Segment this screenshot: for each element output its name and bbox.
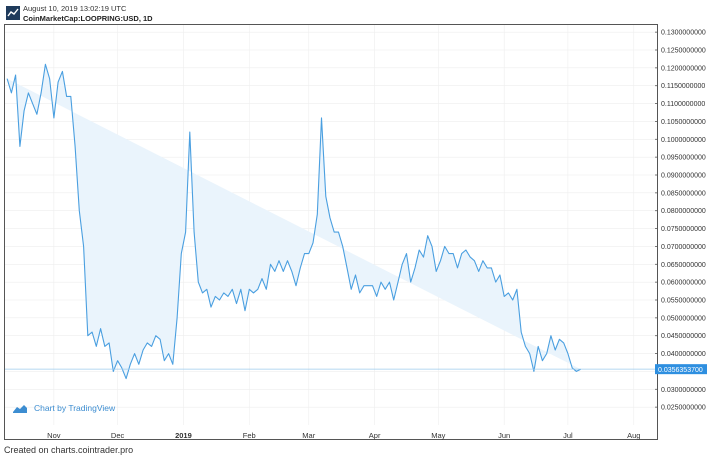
price-area-fill [7,64,581,379]
y-tick-label: 0.1100000000 [661,101,705,108]
price-chart[interactable]: 0.1300000000 0.1250000000 0.1200000000 0.11… [0,0,710,459]
y-tick-label: 0.0550000000 [661,298,706,305]
x-tick-label: Jul [563,431,573,440]
x-tick-label: 2019 [175,431,192,440]
y-tick-label: 0.0650000000 [661,262,706,269]
last-price-label: 0.0356353700 [658,367,703,374]
y-tick-label: 0.0500000000 [661,315,706,322]
y-tick-label: 0.0700000000 [661,244,706,251]
x-axis: Nov Dec 2019 Feb Mar Apr May Jun Jul Aug [47,431,640,440]
y-tick-label: 0.1200000000 [661,65,706,72]
tradingview-badge-label: Chart by TradingView [34,403,116,413]
x-tick-label: Dec [111,431,125,440]
y-tick-label: 0.1300000000 [661,30,706,37]
x-tick-label: Jun [498,431,510,440]
y-tick-label: 0.0850000000 [661,190,706,197]
y-tick-label: 0.1000000000 [661,137,706,144]
x-tick-label: May [431,431,445,440]
price-area [6,63,581,380]
y-tick-label: 0.0750000000 [661,226,706,233]
footer-credit: Created on charts.cointrader.pro [4,445,134,455]
y-tick-label: 0.1150000000 [661,83,705,90]
tradingview-logo-icon [13,405,27,413]
y-tick-label: 0.0450000000 [661,333,706,340]
x-tick-label: Mar [302,431,315,440]
last-price-marker: 0.0356353700 [5,364,707,375]
y-tick-label: 0.0800000000 [661,208,706,215]
x-tick-label: Apr [369,431,381,440]
y-tick-label: 0.0250000000 [661,405,706,412]
x-tick-label: Feb [243,431,256,440]
y-tick-label: 0.0900000000 [661,173,706,180]
y-tick-label: 0.0300000000 [661,387,706,394]
y-tick-label: 0.1250000000 [661,48,706,55]
y-axis: 0.1300000000 0.1250000000 0.1200000000 0.11… [655,30,706,412]
y-tick-label: 0.0400000000 [661,351,706,358]
x-tick-label: Nov [47,431,61,440]
y-tick-label: 0.0950000000 [661,155,706,162]
y-tick-label: 0.0600000000 [661,280,706,287]
x-tick-label: Aug [627,431,640,440]
y-tick-label: 0.1050000000 [661,119,706,126]
